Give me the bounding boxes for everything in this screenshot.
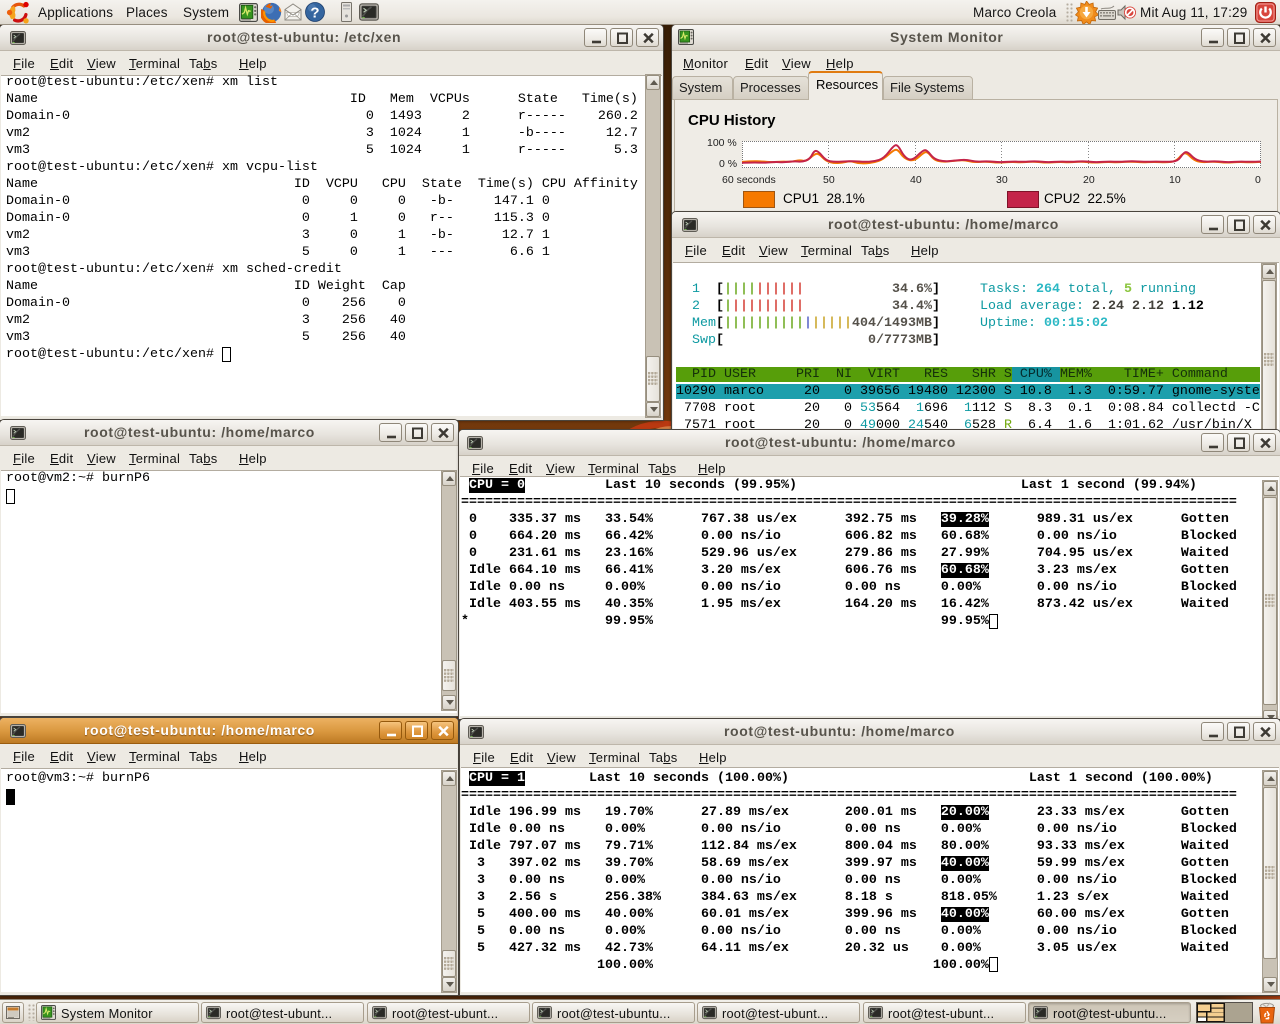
svg-text:?: ?	[310, 5, 319, 22]
